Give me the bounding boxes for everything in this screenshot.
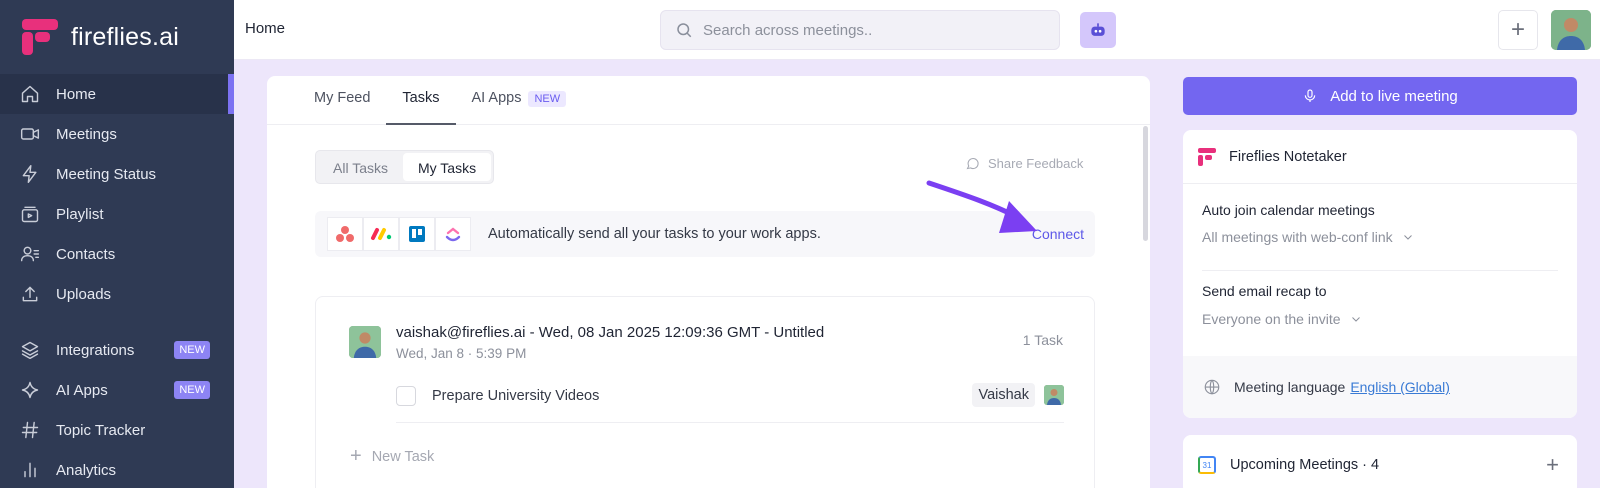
layers-icon bbox=[20, 340, 40, 360]
notetaker-header: Fireflies Notetaker bbox=[1183, 130, 1577, 184]
trello-icon bbox=[399, 217, 435, 251]
task-filter-toggle: All Tasks My Tasks bbox=[315, 150, 495, 184]
search-box[interactable] bbox=[660, 10, 1060, 50]
meeting-task-card: vaishak@fireflies.ai - Wed, 08 Jan 2025 … bbox=[315, 296, 1095, 488]
tab-ai-apps[interactable]: AI Apps NEW bbox=[456, 76, 583, 124]
search-input[interactable] bbox=[703, 21, 1003, 39]
feed-tabs: My Feed Tasks AI Apps NEW bbox=[267, 76, 1150, 125]
home-icon bbox=[20, 84, 40, 104]
email-recap-label: Send email recap to bbox=[1202, 283, 1327, 299]
sidebar-item-ai-apps[interactable]: AI Apps NEW bbox=[0, 370, 234, 410]
tasks-panel: My Feed Tasks AI Apps NEW All Tasks My Ta… bbox=[267, 76, 1150, 488]
integrations-message: Automatically send all your tasks to you… bbox=[488, 226, 821, 242]
sidebar-item-playlist[interactable]: Playlist bbox=[0, 194, 234, 234]
chat-bubble-icon bbox=[966, 158, 979, 170]
auto-join-select[interactable]: All meetings with web-conf link bbox=[1202, 229, 1414, 245]
sidebar-item-label: Meetings bbox=[56, 125, 117, 143]
annotation-arrow-icon bbox=[926, 180, 1037, 233]
divider bbox=[1202, 270, 1558, 271]
bolt-icon bbox=[20, 164, 40, 184]
contacts-icon bbox=[20, 244, 40, 264]
robot-icon bbox=[1091, 23, 1105, 36]
scrollbar[interactable] bbox=[1143, 126, 1148, 241]
all-tasks-toggle[interactable]: All Tasks bbox=[318, 153, 403, 181]
work-app-icons bbox=[327, 217, 471, 251]
ai-assistant-button[interactable] bbox=[1080, 12, 1116, 48]
task-name[interactable]: Prepare University Videos bbox=[432, 388, 599, 404]
sidebar-item-label: Uploads bbox=[56, 285, 112, 303]
add-to-live-meeting-button[interactable]: Add to live meeting bbox=[1183, 77, 1577, 115]
sidebar-item-contacts[interactable]: Contacts bbox=[0, 234, 234, 274]
add-meeting-button[interactable]: + bbox=[1546, 452, 1559, 478]
sparkle-icon bbox=[20, 380, 40, 400]
sidebar-divider bbox=[0, 314, 234, 330]
page-title: Home bbox=[245, 20, 286, 37]
sidebar-item-uploads[interactable]: Uploads bbox=[0, 274, 234, 314]
user-avatar[interactable] bbox=[1551, 10, 1591, 50]
sidebar-item-label: Contacts bbox=[56, 245, 116, 263]
meeting-datetime: Wed, Jan 8 · 5:39 PM bbox=[396, 346, 527, 361]
meeting-title[interactable]: vaishak@fireflies.ai - Wed, 08 Jan 2025 … bbox=[396, 324, 824, 341]
my-tasks-toggle[interactable]: My Tasks bbox=[402, 153, 492, 181]
tab-my-feed[interactable]: My Feed bbox=[301, 76, 386, 124]
chevron-down-icon bbox=[1403, 235, 1412, 240]
microphone-icon bbox=[1304, 89, 1316, 102]
notetaker-title: Fireflies Notetaker bbox=[1229, 148, 1347, 165]
task-checkbox[interactable] bbox=[396, 386, 416, 406]
monday-icon bbox=[363, 217, 399, 251]
share-feedback-link[interactable]: Share Feedback bbox=[965, 156, 1083, 171]
notetaker-settings-card: Fireflies Notetaker Auto join calendar m… bbox=[1183, 130, 1577, 418]
plus-icon: + bbox=[350, 445, 362, 467]
asana-icon bbox=[327, 217, 363, 251]
brand-logo[interactable]: fireflies.ai bbox=[0, 0, 234, 74]
sidebar-item-analytics[interactable]: Analytics bbox=[0, 450, 234, 488]
meeting-language-row: Meeting language English (Global) bbox=[1183, 356, 1577, 418]
sidebar: fireflies.ai Home Meetings Meeting Statu… bbox=[0, 0, 234, 488]
meeting-language-label: Meeting language bbox=[1234, 379, 1346, 395]
clickup-icon bbox=[435, 217, 471, 251]
assignee-chip[interactable]: Vaishak bbox=[972, 383, 1035, 407]
upcoming-meetings-card: 31 Upcoming Meetings · 4 + bbox=[1183, 435, 1577, 488]
upload-icon bbox=[20, 284, 40, 304]
chevron-down-icon bbox=[1351, 317, 1360, 322]
fireflies-logo-icon bbox=[22, 19, 58, 55]
fireflies-logo-icon bbox=[1198, 147, 1216, 166]
sidebar-item-topic-tracker[interactable]: Topic Tracker bbox=[0, 410, 234, 450]
upcoming-meetings-title: Upcoming Meetings · 4 bbox=[1230, 457, 1380, 473]
new-badge: NEW bbox=[528, 91, 567, 107]
task-row: Prepare University Videos Vaishak bbox=[396, 377, 1064, 423]
hash-icon bbox=[20, 420, 40, 440]
playlist-icon bbox=[20, 204, 40, 224]
analytics-icon bbox=[20, 460, 40, 480]
video-icon bbox=[20, 124, 40, 144]
sidebar-item-label: AI Apps bbox=[56, 381, 108, 399]
new-badge: NEW bbox=[174, 341, 210, 359]
new-task-button[interactable]: + New Task bbox=[350, 445, 434, 468]
avatar bbox=[1044, 385, 1064, 405]
sidebar-item-label: Playlist bbox=[56, 205, 104, 223]
sidebar-item-meetings[interactable]: Meetings bbox=[0, 114, 234, 154]
email-recap-select[interactable]: Everyone on the invite bbox=[1202, 311, 1362, 327]
auto-join-label: Auto join calendar meetings bbox=[1202, 202, 1375, 218]
sidebar-item-label: Analytics bbox=[56, 461, 117, 479]
sidebar-item-home[interactable]: Home bbox=[0, 74, 234, 114]
brand-name: fireflies.ai bbox=[71, 22, 179, 51]
tab-tasks[interactable]: Tasks bbox=[386, 76, 456, 125]
add-button[interactable]: + bbox=[1498, 10, 1538, 50]
sidebar-item-label: Integrations bbox=[56, 341, 135, 359]
google-calendar-icon: 31 bbox=[1198, 456, 1216, 474]
meeting-language-link[interactable]: English (Global) bbox=[1350, 379, 1450, 395]
search-icon bbox=[677, 23, 692, 38]
top-bar: Home + bbox=[234, 0, 1600, 60]
new-badge: NEW bbox=[174, 381, 210, 399]
task-count: 1 Task bbox=[1022, 332, 1063, 348]
avatar bbox=[349, 326, 381, 358]
sidebar-item-label: Meeting Status bbox=[56, 165, 157, 183]
sidebar-item-integrations[interactable]: Integrations NEW bbox=[0, 330, 234, 370]
sidebar-item-label: Topic Tracker bbox=[56, 421, 146, 439]
globe-icon bbox=[1204, 379, 1220, 395]
sidebar-item-label: Home bbox=[56, 85, 97, 103]
sidebar-item-meeting-status[interactable]: Meeting Status bbox=[0, 154, 234, 194]
